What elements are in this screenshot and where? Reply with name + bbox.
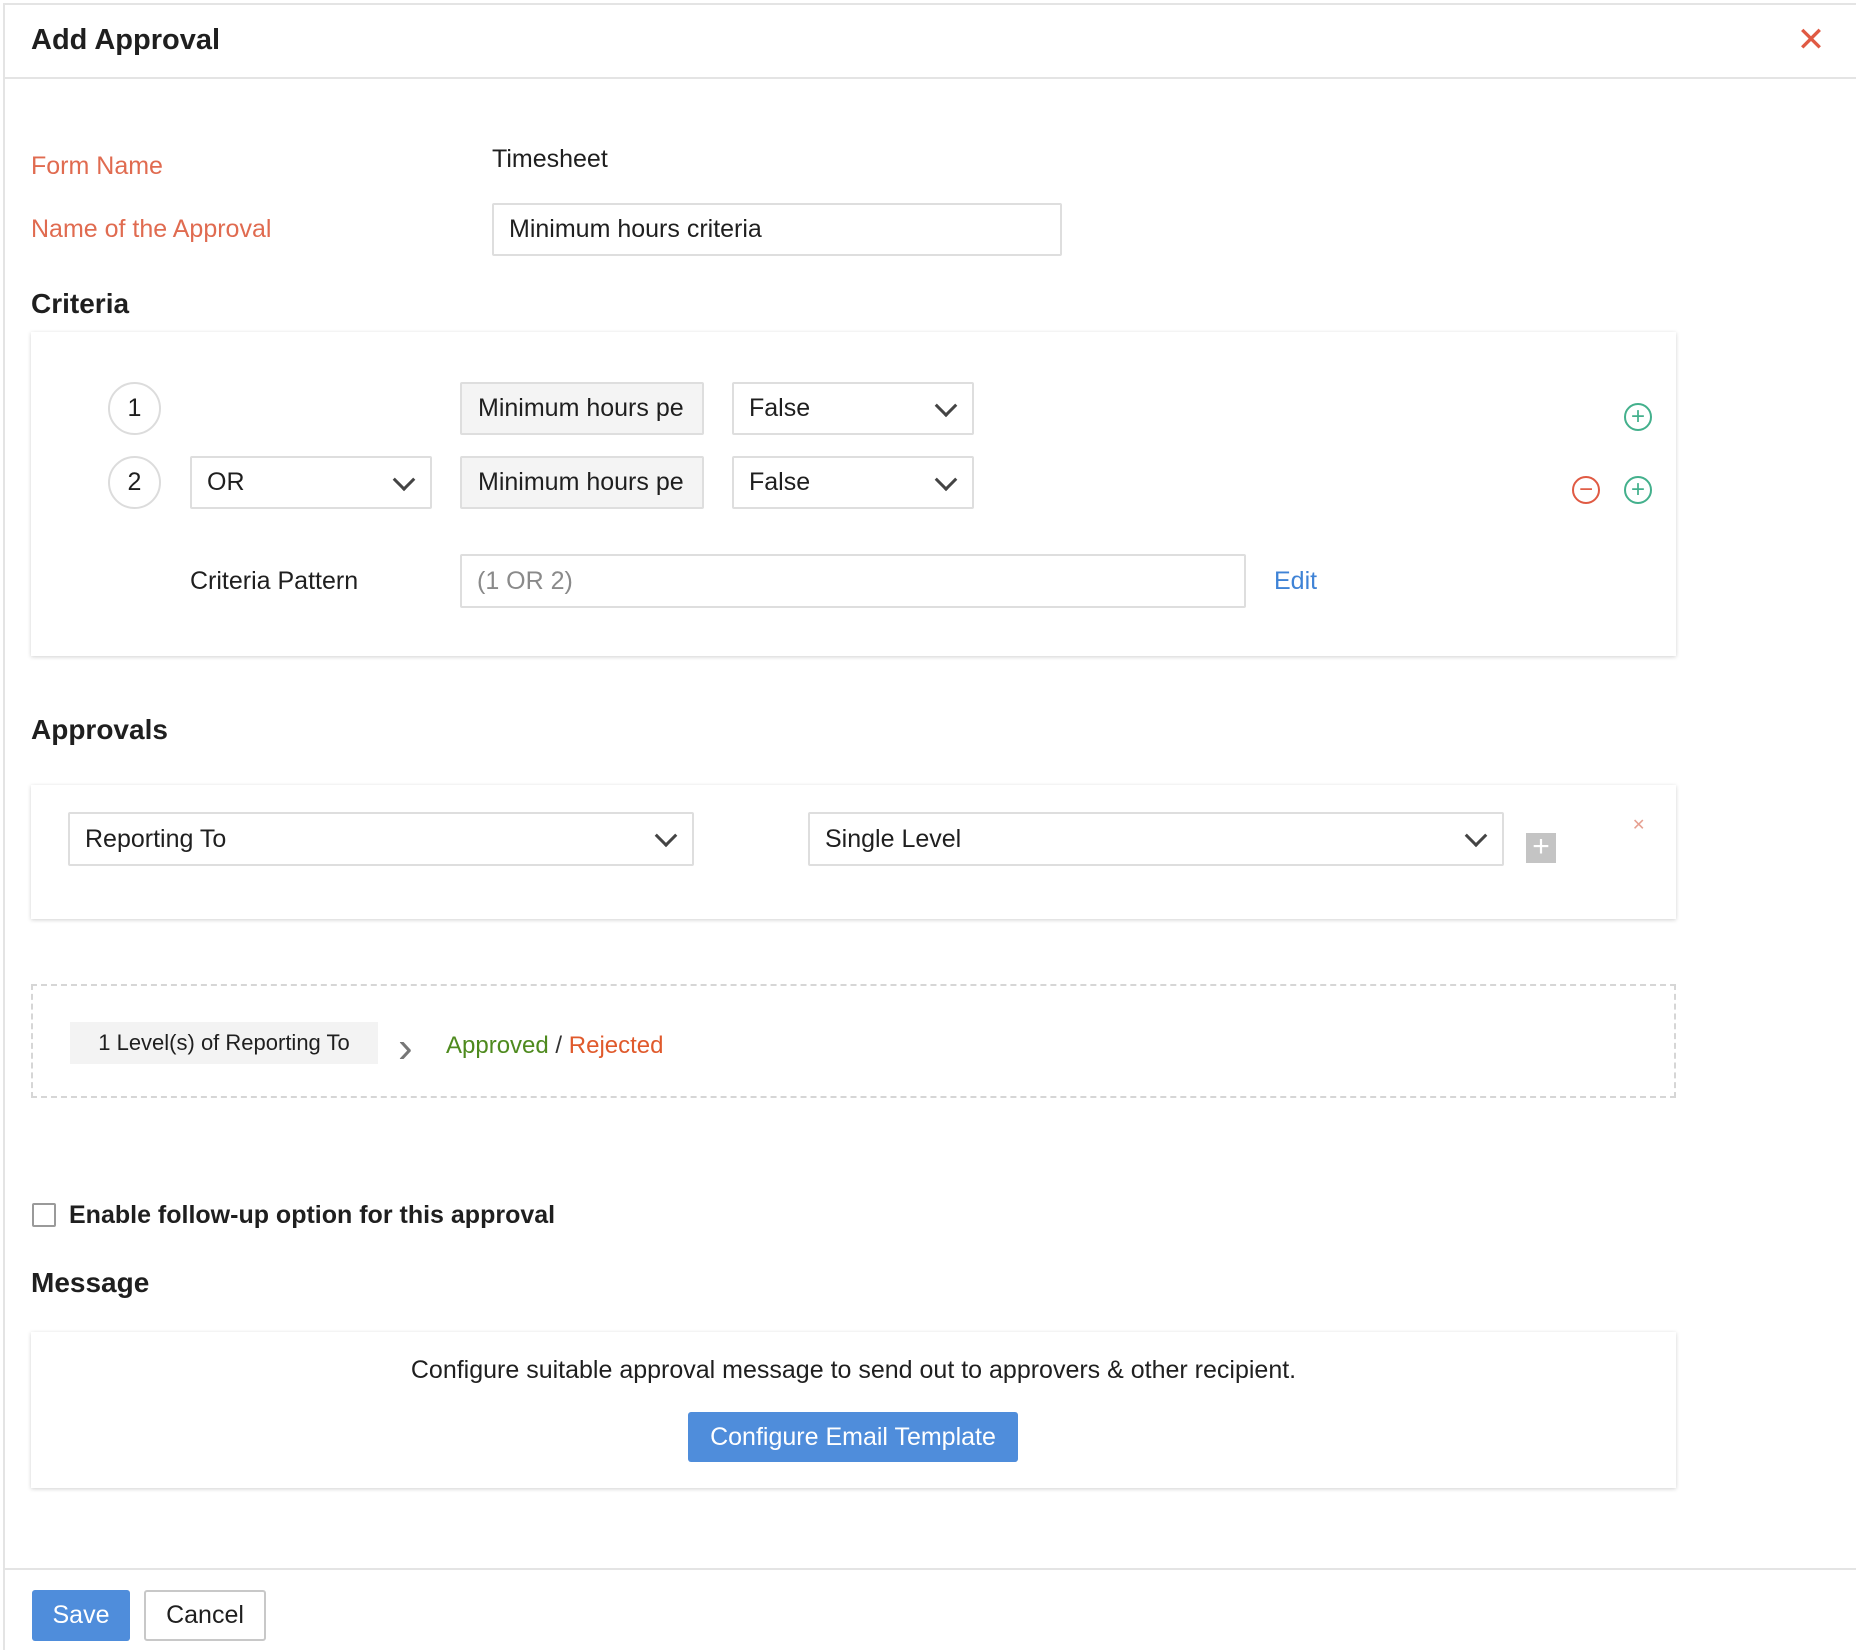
approver-select[interactable]: Reporting To	[68, 812, 694, 866]
add-level-icon[interactable]: +	[1526, 832, 1556, 863]
approvals-heading: Approvals	[31, 714, 168, 745]
criteria-value-select[interactable]: False	[732, 456, 974, 509]
save-button[interactable]: Save	[32, 1590, 130, 1641]
criteria-row-number: 2	[108, 456, 161, 509]
level-select-label: Single Level	[825, 824, 962, 853]
criteria-field-input[interactable]: Minimum hours pe	[460, 456, 704, 509]
approval-name-input[interactable]: Minimum hours criteria	[492, 203, 1062, 256]
criteria-value-select[interactable]: False	[732, 382, 974, 435]
followup-checkbox[interactable]	[32, 1203, 56, 1227]
chevron-down-icon	[1464, 824, 1488, 848]
form-name-value: Timesheet	[492, 145, 608, 173]
approver-select-label: Reporting To	[85, 824, 227, 853]
configure-email-template-button[interactable]: Configure Email Template	[688, 1412, 1018, 1462]
criteria-operator-select[interactable]: OR	[190, 456, 432, 509]
flow-outcome: Approved / Rejected	[446, 1032, 664, 1060]
criteria-pattern-input[interactable]: (1 OR 2)	[460, 554, 1246, 608]
chevron-down-icon	[934, 393, 958, 417]
add-criteria-icon[interactable]: +	[1624, 476, 1652, 504]
criteria-field-input[interactable]: Minimum hours pe	[460, 382, 704, 435]
criteria-value-label: False	[749, 468, 811, 496]
header-divider	[3, 77, 1856, 79]
criteria-operator-label: OR	[207, 468, 245, 496]
followup-label: Enable follow-up option for this approva…	[69, 1201, 556, 1229]
dialog-title: Add Approval	[31, 24, 221, 56]
close-icon[interactable]: ✕	[1795, 20, 1827, 60]
chevron-down-icon	[934, 467, 958, 491]
approval-name-label: Name of the Approval	[31, 215, 272, 243]
add-criteria-icon[interactable]: +	[1624, 403, 1652, 431]
rejected-label: Rejected	[568, 1032, 664, 1059]
approved-label: Approved	[446, 1032, 549, 1059]
cancel-button[interactable]: Cancel	[144, 1590, 266, 1641]
form-name-label: Form Name	[31, 152, 163, 180]
chevron-down-icon	[654, 824, 678, 848]
criteria-value-label: False	[749, 394, 811, 422]
footer-divider	[3, 1568, 1856, 1570]
remove-criteria-icon[interactable]: −	[1572, 476, 1600, 504]
flow-level-chip: 1 Level(s) of Reporting To	[70, 1022, 378, 1064]
message-heading: Message	[31, 1267, 150, 1298]
criteria-pattern-label: Criteria Pattern	[190, 567, 359, 595]
criteria-heading: Criteria	[31, 288, 130, 319]
outcome-separator: /	[548, 1032, 569, 1059]
remove-approver-icon[interactable]: ✕	[1632, 815, 1645, 835]
chevron-right-icon: ›	[398, 1023, 413, 1072]
chevron-down-icon	[392, 467, 416, 491]
edit-pattern-link[interactable]: Edit	[1274, 567, 1317, 596]
message-description: Configure suitable approval message to s…	[410, 1356, 1297, 1384]
level-select[interactable]: Single Level	[808, 812, 1504, 866]
criteria-row-number: 1	[108, 382, 161, 435]
